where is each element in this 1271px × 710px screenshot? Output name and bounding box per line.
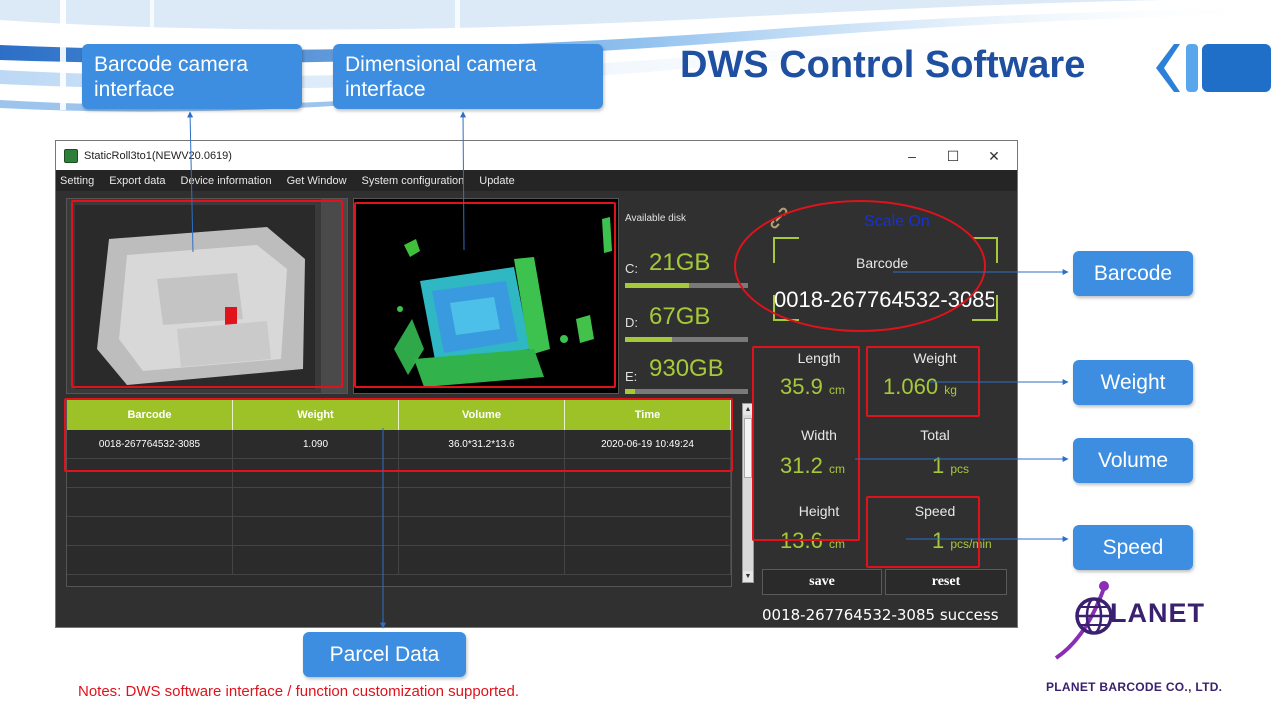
callout-weight: Weight xyxy=(1073,360,1193,405)
disk-d-usage-bar xyxy=(625,337,748,342)
callout-dimensional-camera: Dimensional camera interface xyxy=(333,44,603,109)
callout-barcode-camera-line1: Barcode camera xyxy=(94,52,249,76)
parcel-data-highlight xyxy=(64,398,733,472)
cell-volume xyxy=(399,488,565,516)
menu-export-data[interactable]: Export data xyxy=(109,175,165,187)
barcode-camera-highlight xyxy=(71,200,343,388)
table-row[interactable] xyxy=(67,517,731,546)
planet-globe-logo-icon xyxy=(1054,581,1113,660)
scroll-down-arrow-icon[interactable]: ▼ xyxy=(743,571,753,582)
disk-e-usage-fill xyxy=(625,389,635,394)
barcode-highlight xyxy=(734,200,986,332)
dimensional-camera-highlight xyxy=(354,202,616,388)
disk-e-usage-bar xyxy=(625,389,748,394)
maximize-button[interactable]: ☐ xyxy=(933,145,973,167)
cell-barcode xyxy=(67,488,233,516)
total-value: 1 xyxy=(932,453,945,478)
menu-update[interactable]: Update xyxy=(479,175,514,187)
company-name: PLANET BARCODE CO., LTD. xyxy=(1046,680,1223,694)
disk-c-usage-bar xyxy=(625,283,748,288)
cell-weight xyxy=(233,546,399,574)
callout-barcode: Barcode xyxy=(1073,251,1193,296)
total-unit: pcs xyxy=(950,462,970,476)
disk-d-usage-fill xyxy=(625,337,672,342)
menu-bar: Setting Export data Device information G… xyxy=(56,170,1017,191)
cell-barcode xyxy=(67,517,233,545)
disk-c-value: 21GB xyxy=(649,249,711,276)
logo-wordmark: LANET xyxy=(1110,598,1205,628)
window-titlebar: StaticRoll3to1(NEWV20.0619) – ☐ ✕ xyxy=(56,141,1017,170)
weight-highlight xyxy=(866,346,980,417)
cell-weight xyxy=(233,488,399,516)
volume-highlight xyxy=(752,346,860,541)
disk-e-label: E: xyxy=(625,369,638,384)
menu-setting[interactable]: Setting xyxy=(60,175,94,187)
callout-dimensional-camera-line2: interface xyxy=(345,77,426,101)
cell-volume xyxy=(399,517,565,545)
disk-d-label: D: xyxy=(625,315,638,330)
disk-c-usage-fill xyxy=(625,283,689,288)
reset-button[interactable]: reset xyxy=(885,569,1007,595)
cell-time xyxy=(565,517,731,545)
cell-weight xyxy=(233,517,399,545)
menu-device-information[interactable]: Device information xyxy=(181,175,272,187)
window-title: StaticRoll3to1(NEWV20.0619) xyxy=(84,149,232,162)
callout-volume: Volume xyxy=(1073,438,1193,483)
close-button[interactable]: ✕ xyxy=(974,145,1014,167)
slide: DWS Control Software Barcode camera inte… xyxy=(0,0,1271,710)
callout-barcode-camera-line2: interface xyxy=(94,77,175,101)
save-button[interactable]: save xyxy=(762,569,882,595)
callout-speed: Speed xyxy=(1073,525,1193,570)
table-row[interactable] xyxy=(67,546,731,575)
cell-barcode xyxy=(67,546,233,574)
cell-time xyxy=(565,546,731,574)
total-value-group: 1 pcs xyxy=(932,453,969,479)
table-row[interactable] xyxy=(67,488,731,517)
cell-time xyxy=(565,488,731,516)
slide-title: DWS Control Software xyxy=(680,44,1086,86)
disk-d-value: 67GB xyxy=(649,303,711,330)
menu-system-configuration[interactable]: System configuration xyxy=(362,175,465,187)
customization-note: Notes: DWS software interface / function… xyxy=(78,683,520,700)
available-disk-title: Available disk xyxy=(625,213,686,224)
callout-barcode-camera: Barcode camera interface xyxy=(82,44,302,109)
title-chevron-decoration xyxy=(1156,44,1271,92)
app-icon xyxy=(64,148,78,163)
disk-c-label: C: xyxy=(625,261,638,276)
total-label: Total xyxy=(920,427,950,443)
callout-parcel-data: Parcel Data xyxy=(303,632,466,677)
cell-volume xyxy=(399,546,565,574)
menu-get-window[interactable]: Get Window xyxy=(287,175,347,187)
callout-dimensional-camera-line1: Dimensional camera xyxy=(345,52,537,76)
speed-highlight xyxy=(866,496,980,568)
minimize-button[interactable]: – xyxy=(892,145,932,167)
scroll-thumb[interactable] xyxy=(744,418,752,478)
status-message: 0018-267764532-3085 success xyxy=(762,606,999,624)
disk-e-value: 930GB xyxy=(649,355,724,382)
